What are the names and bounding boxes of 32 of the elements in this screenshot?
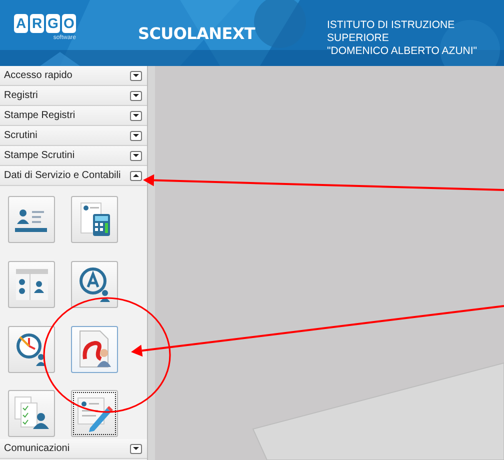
section-label: Accesso rapido: [4, 69, 72, 83]
logo-letter: O: [62, 14, 76, 33]
edit-document-icon: [76, 396, 114, 432]
tile-button[interactable]: [8, 326, 55, 372]
expand-toggle[interactable]: [130, 70, 142, 80]
institute-name: ISTITUTO DI ISTRUZIONE SUPERIORE: [327, 19, 456, 45]
tile-button[interactable]: [8, 390, 55, 438]
section-label: Scrutini: [4, 129, 38, 143]
section-label: Registri: [4, 89, 38, 103]
section-label: Stampe Scrutini: [4, 149, 75, 163]
window-panel-icon: [14, 267, 48, 302]
tile-button[interactable]: [71, 196, 118, 243]
institute-name: "DOMENICO ALBERTO AZUNI": [327, 45, 478, 58]
section-label: Dati di Servizio e Contabili: [4, 169, 121, 183]
product-name: SCUOLANEXT: [138, 23, 256, 45]
expand-toggle[interactable]: [130, 150, 142, 160]
expand-toggle[interactable]: [130, 130, 142, 140]
expand-toggle[interactable]: [130, 110, 142, 120]
letter-a-icon: [76, 265, 112, 304]
expand-toggle[interactable]: [130, 444, 142, 454]
section-label: Comunicazioni: [4, 442, 70, 456]
expand-toggle[interactable]: [130, 170, 142, 180]
tile-button[interactable]: [71, 326, 118, 372]
tile-button[interactable]: [71, 390, 118, 438]
logo-letter: A: [14, 14, 28, 33]
tile-button[interactable]: [8, 260, 55, 308]
expand-toggle[interactable]: [130, 90, 142, 100]
tile-button[interactable]: [8, 196, 55, 243]
section-label: Stampe Registri: [4, 109, 76, 123]
tile-button[interactable]: [71, 260, 118, 308]
logo-letter: R: [30, 14, 44, 33]
logo-letter: G: [46, 14, 60, 33]
